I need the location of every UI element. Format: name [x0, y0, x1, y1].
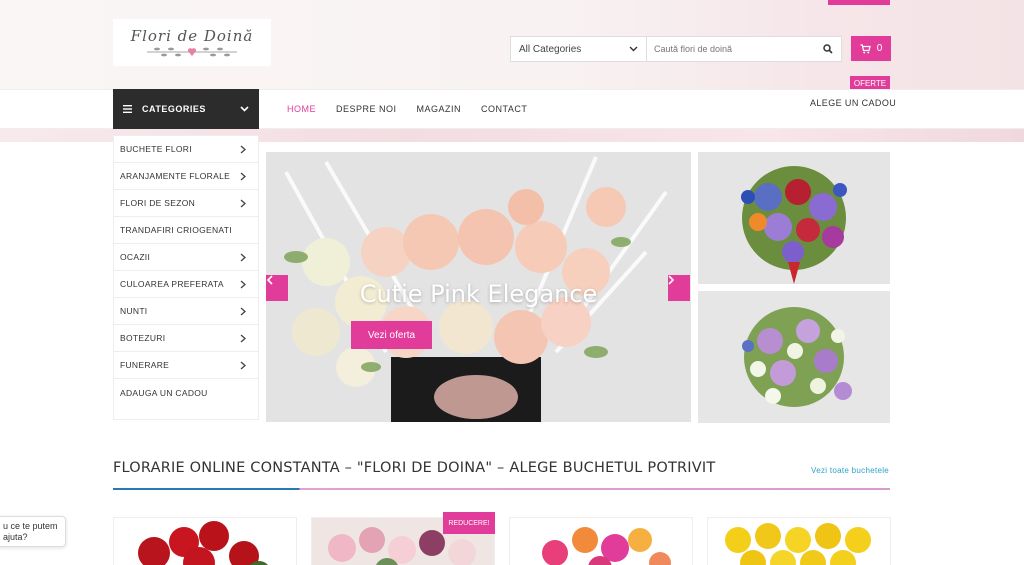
red-roses-image: [114, 518, 296, 565]
sidebar-item-label: CULOAREA PREFERATA: [120, 279, 224, 289]
categories-label: CATEGORIES: [142, 104, 206, 114]
site-logo[interactable]: Flori de Doină: [113, 19, 271, 66]
chevron-right-icon: [240, 280, 246, 288]
search-bar: All Categories Caută flori de doină: [510, 36, 842, 62]
nav-link-despre-noi[interactable]: DESPRE NOI: [336, 104, 397, 114]
bouquet-image: [698, 291, 890, 423]
sidebar-item-aranjamente-florale[interactable]: ARANJAMENTE FLORALE: [114, 163, 258, 190]
categories-toggle[interactable]: CATEGORIES: [113, 89, 259, 129]
sidebar-item-funerare[interactable]: FUNERARE: [114, 352, 258, 379]
chevron-right-icon: [240, 172, 246, 180]
chat-widget-bubble[interactable]: u ce te putem ajuta?: [0, 516, 66, 547]
sidebar-item-adauga-un-cadou[interactable]: ADAUGA UN CADOU: [114, 379, 258, 406]
product-card-4[interactable]: [707, 517, 891, 565]
sidebar-item-label: FUNERARE: [120, 360, 170, 370]
sidebar-item-trandafiri-criogenati[interactable]: TRANDAFIRI CRIOGENATI: [114, 217, 258, 244]
search-input[interactable]: Caută flori de doină: [647, 37, 815, 61]
slider-next-button[interactable]: [668, 275, 690, 301]
product-card-1[interactable]: [113, 517, 297, 565]
section-title: FLORARIE ONLINE CONSTANTA – "FLORI DE DO…: [113, 460, 716, 476]
nav-link-alege-un-cadou[interactable]: ALEGE UN CADOU: [810, 98, 896, 108]
sidebar-item-label: NUNTI: [120, 306, 148, 316]
sidebar-item-label: ADAUGA UN CADOU: [120, 387, 208, 398]
sidebar-item-culoarea-preferata[interactable]: CULOAREA PREFERATA: [114, 271, 258, 298]
chevron-down-icon: [629, 46, 638, 52]
promo-bouquet-image-2[interactable]: [698, 291, 890, 423]
promo-bouquet-image-1[interactable]: [698, 152, 890, 284]
cart-icon: [860, 43, 871, 53]
category-select-value: All Categories: [519, 43, 582, 55]
leaf-ornament-icon: [147, 47, 237, 56]
chat-prompt-text: u ce te putem ajuta?: [3, 521, 58, 542]
hero-offer-button-label: Vezi oferta: [367, 329, 416, 341]
chevron-right-icon: [240, 145, 246, 153]
sidebar-item-label: TRANDAFIRI CRIOGENATI: [120, 225, 232, 235]
category-sidebar: BUCHETE FLORI ARANJAMENTE FLORALE FLORI …: [113, 135, 259, 420]
sidebar-item-label: FLORI DE SEZON: [120, 198, 196, 208]
sidebar-item-label: BUCHETE FLORI: [120, 144, 192, 154]
colorful-bouquet-image: [510, 518, 692, 565]
discount-badge-label: REDUCERE!: [448, 519, 490, 527]
slider-prev-button[interactable]: [266, 275, 288, 301]
chevron-right-icon: [240, 361, 246, 369]
product-card-3[interactable]: [509, 517, 693, 565]
discount-badge: REDUCERE!: [443, 512, 495, 534]
sidebar-item-botezuri[interactable]: BOTEZURI: [114, 325, 258, 352]
chevron-right-icon: [668, 275, 675, 285]
nav-link-home[interactable]: HOME: [287, 104, 316, 114]
sidebar-item-label: BOTEZURI: [120, 333, 166, 343]
sidebar-item-ocazii[interactable]: OCAZII: [114, 244, 258, 271]
nav-link-magazin[interactable]: MAGAZIN: [417, 104, 462, 114]
chevron-right-icon: [240, 199, 246, 207]
search-button[interactable]: [815, 37, 841, 61]
chevron-right-icon: [240, 334, 246, 342]
cart-button[interactable]: 0: [851, 36, 891, 61]
bouquet-image: [698, 152, 890, 284]
view-all-bouquets-link[interactable]: Vezi toate buchetele: [811, 466, 889, 475]
search-placeholder: Caută flori de doină: [654, 44, 733, 54]
section-divider: [113, 488, 890, 490]
sidebar-item-label: OCAZII: [120, 252, 151, 262]
yellow-roses-image: [708, 518, 890, 565]
category-select[interactable]: All Categories: [511, 37, 647, 61]
chevron-left-icon: [266, 275, 273, 285]
sidebar-item-buchete-flori[interactable]: BUCHETE FLORI: [114, 136, 258, 163]
sidebar-item-nunti[interactable]: NUNTI: [114, 298, 258, 325]
sidebar-item-label: ARANJAMENTE FLORALE: [120, 171, 231, 181]
chevron-right-icon: [240, 307, 246, 315]
menu-icon: [123, 105, 132, 113]
oferte-label: OFERTE: [853, 79, 887, 88]
search-icon: [823, 44, 833, 54]
hero-slider[interactable]: Cutie Pink Elegance Vezi oferta: [266, 152, 691, 422]
logo-text: Flori de Doină: [130, 26, 254, 45]
cart-count: 0: [876, 43, 883, 54]
hero-offer-button[interactable]: Vezi oferta: [351, 321, 432, 349]
nav-link-contact[interactable]: CONTACT: [481, 104, 527, 114]
chevron-right-icon: [240, 253, 246, 261]
top-accent-strip: [828, 0, 890, 5]
nav-links: HOME DESPRE NOI MAGAZIN CONTACT: [287, 89, 527, 129]
chevron-down-icon: [240, 106, 249, 112]
sidebar-item-flori-de-sezon[interactable]: FLORI DE SEZON: [114, 190, 258, 217]
hero-title: Cutie Pink Elegance: [359, 280, 598, 308]
